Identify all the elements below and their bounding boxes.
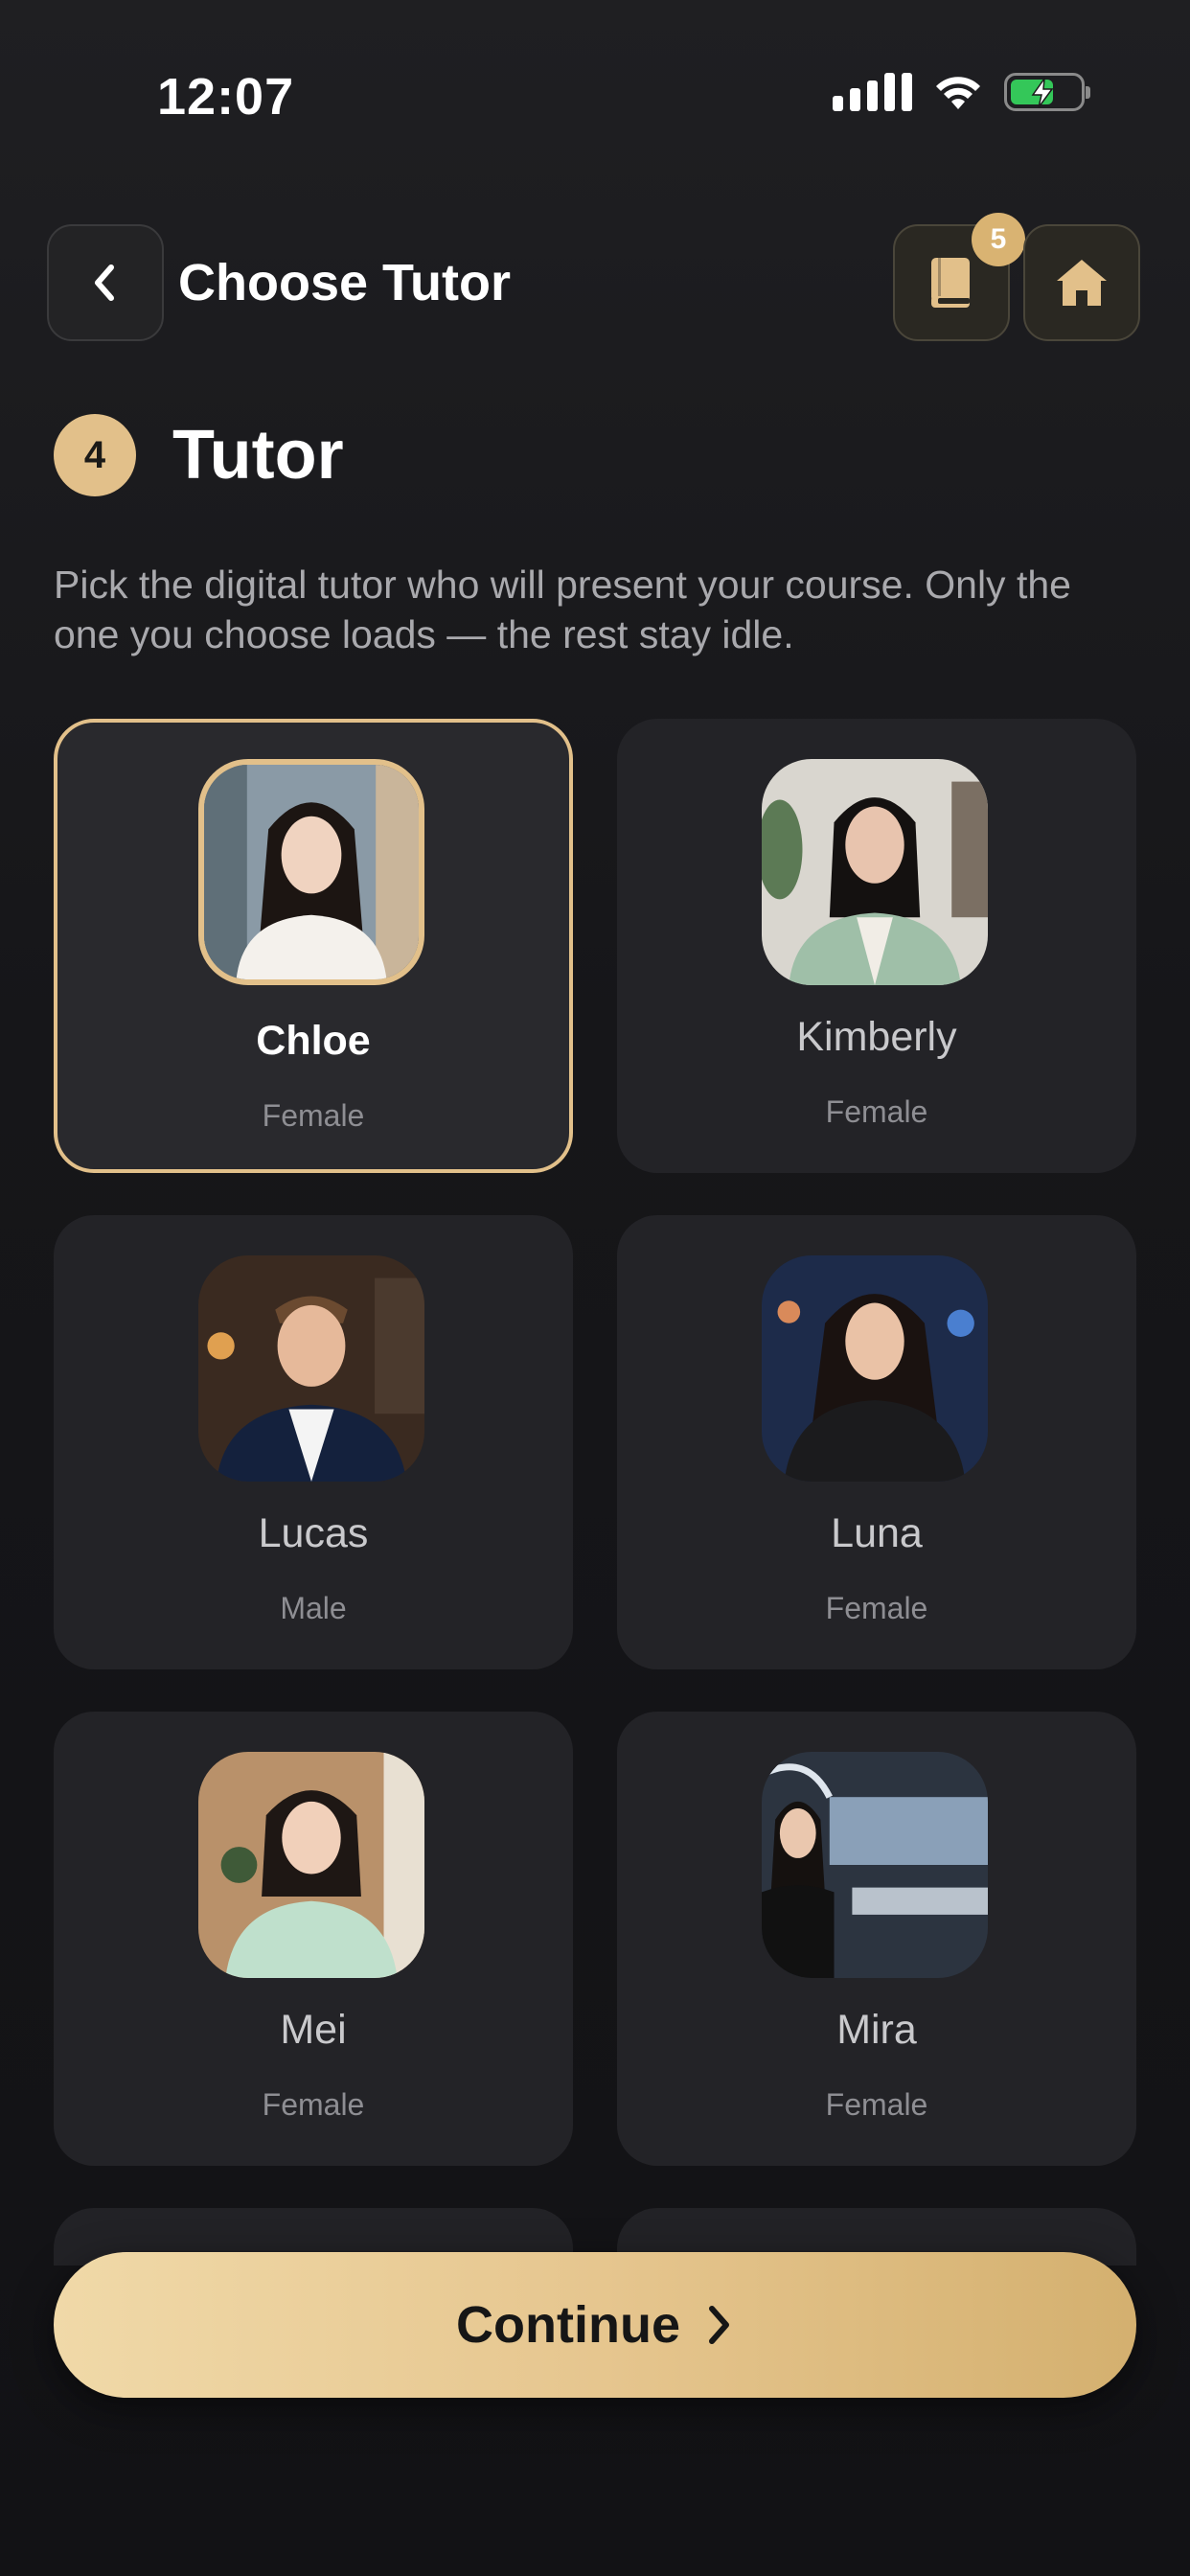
chevron-left-icon (95, 264, 114, 301)
tutor-gender: Female (825, 2087, 928, 2122)
book-count-badge: 5 (972, 213, 1025, 266)
tutor-name: Mira (836, 2007, 917, 2053)
status-icons (833, 73, 1090, 111)
section-description: Pick the digital tutor who will present … (54, 563, 1071, 656)
tutor-name: Chloe (256, 1018, 371, 1064)
tutor-card-lucas[interactable]: Lucas Male (54, 1215, 573, 1669)
status-bar: 12:07 (0, 0, 1190, 192)
back-button[interactable] (47, 224, 164, 341)
tutor-gender: Female (825, 1094, 928, 1129)
tutor-avatar-luna (762, 1255, 988, 1482)
header: Choose Tutor 5 (0, 213, 1190, 345)
page-title: Choose Tutor (178, 254, 511, 311)
home-button[interactable] (1023, 224, 1140, 341)
wifi-icon (936, 77, 980, 109)
chevron-right-icon (708, 2306, 729, 2344)
tutor-name: Mei (280, 2007, 347, 2053)
tutor-card-chloe[interactable]: Chloe Female (54, 719, 573, 1173)
book-icon (931, 258, 970, 308)
continue-button[interactable]: Continue (54, 2252, 1136, 2398)
tutor-card-luna[interactable]: Luna Female (617, 1215, 1136, 1669)
section-heading: 4 Tutor (54, 414, 344, 496)
status-time: 12:07 (157, 68, 295, 126)
home-icon (1057, 260, 1107, 306)
step-number: 4 (54, 414, 136, 496)
tutor-card-mei[interactable]: Mei Female (54, 1712, 573, 2166)
section-title: Tutor (172, 417, 344, 494)
continue-label: Continue (456, 2296, 680, 2354)
tutor-card-mira[interactable]: Mira Female (617, 1712, 1136, 2166)
tutor-name: Lucas (258, 1510, 369, 1556)
tutor-card-kimberly[interactable]: Kimberly Female (617, 719, 1136, 1173)
tutor-avatar-kimberly (762, 759, 988, 985)
tutor-avatar-mira (762, 1752, 988, 1978)
tutor-avatar-mei (198, 1752, 424, 1978)
tutor-name: Luna (831, 1510, 923, 1556)
tutor-avatar-lucas (198, 1255, 424, 1482)
tutor-avatar-chloe (198, 759, 424, 985)
tutor-gender: Female (825, 1591, 928, 1625)
tutor-gender: Female (262, 2087, 365, 2122)
tutor-gender: Female (262, 1098, 365, 1133)
battery-charging-icon (1004, 73, 1090, 111)
signal-icon (833, 73, 912, 111)
tutor-gender: Male (280, 1591, 347, 1625)
tutor-name: Kimberly (796, 1014, 957, 1060)
